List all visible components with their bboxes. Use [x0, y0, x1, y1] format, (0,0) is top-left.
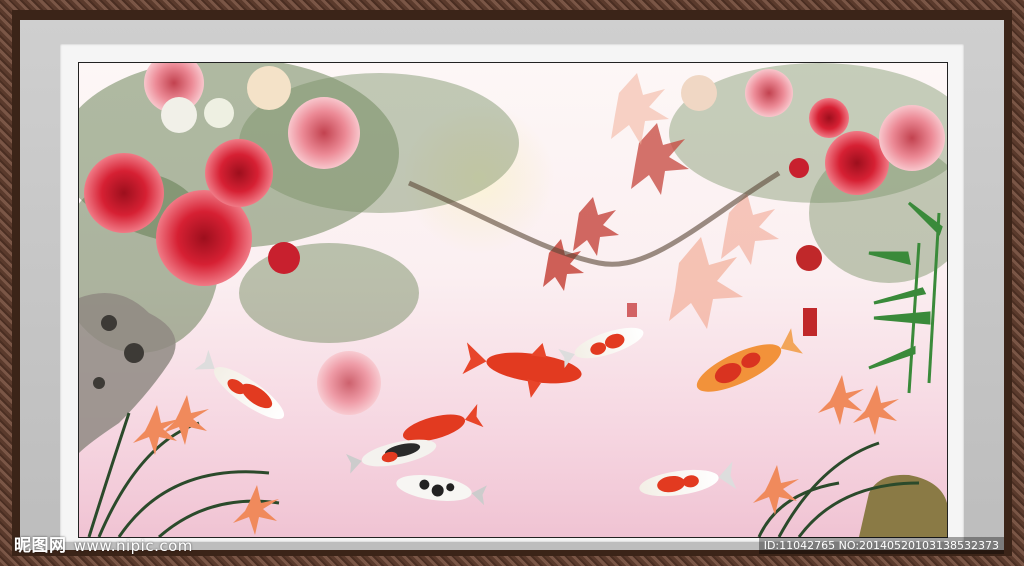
- site-url: www.nipic.com: [73, 537, 193, 555]
- orchid-leaves: [87, 412, 920, 537]
- koi-fish: [346, 439, 437, 474]
- image-id-watermark: ID:11042765 NO:20140520103138532373: [758, 537, 1004, 554]
- koi-fish: [639, 461, 737, 497]
- site-watermark: 昵图网 www.nipic.com: [14, 531, 193, 556]
- red-seal-small: [627, 303, 637, 317]
- site-logo-text: 昵图网: [14, 536, 67, 556]
- koi-fish: [194, 349, 285, 420]
- koi-fish: [696, 328, 803, 392]
- red-seal-rect: [803, 308, 817, 336]
- painting-svg: [79, 63, 947, 537]
- koi-fish: [462, 342, 582, 398]
- koi-fish: [558, 327, 644, 368]
- koi-painting: [78, 62, 948, 538]
- red-seal-round: [796, 245, 822, 271]
- koi-fish-group: [194, 327, 803, 506]
- koi-fish: [396, 474, 487, 506]
